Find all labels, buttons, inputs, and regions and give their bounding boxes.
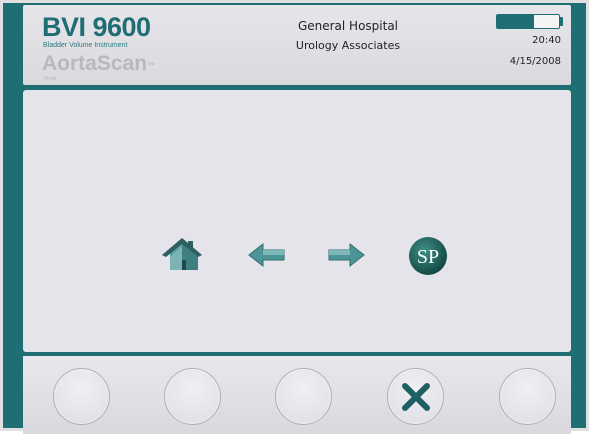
- footer-bar: [23, 356, 571, 434]
- sp-logo-icon[interactable]: SP: [408, 236, 448, 276]
- product-name-text: AortaScan: [42, 52, 148, 75]
- clinic-name: Urology Associates: [295, 39, 401, 52]
- close-x-icon: [401, 382, 430, 411]
- header-bar: BVI 9600 Bladder Volume Instrument Aorta…: [23, 5, 571, 85]
- brand-title: BVI 9600: [42, 12, 151, 42]
- soft-key-3[interactable]: [275, 368, 332, 425]
- clock-time: 20:40: [532, 35, 561, 46]
- close-button[interactable]: [387, 368, 444, 425]
- battery-fill: [497, 15, 535, 28]
- main-panel: SP: [23, 90, 571, 352]
- product-mode: Mode: [44, 76, 57, 82]
- soft-key-1[interactable]: [53, 368, 110, 425]
- product-name: AortaScan™: [42, 52, 155, 76]
- soft-key-2[interactable]: [164, 368, 221, 425]
- hospital-name: General Hospital: [297, 19, 399, 33]
- battery-tip: [560, 17, 563, 26]
- current-date: 4/15/2008: [509, 56, 561, 67]
- device-frame: BVI 9600 Bladder Volume Instrument Aorta…: [0, 0, 589, 434]
- home-icon[interactable]: [160, 236, 204, 274]
- arrow-left-icon[interactable]: [248, 242, 286, 268]
- trademark-symbol: ™: [147, 61, 156, 70]
- sp-logo-text: SP: [417, 246, 439, 268]
- brand-subtitle: Bladder Volume Instrument: [43, 42, 128, 49]
- arrow-right-icon[interactable]: [327, 242, 365, 268]
- battery-indicator: [496, 14, 560, 29]
- soft-key-5[interactable]: [499, 368, 556, 425]
